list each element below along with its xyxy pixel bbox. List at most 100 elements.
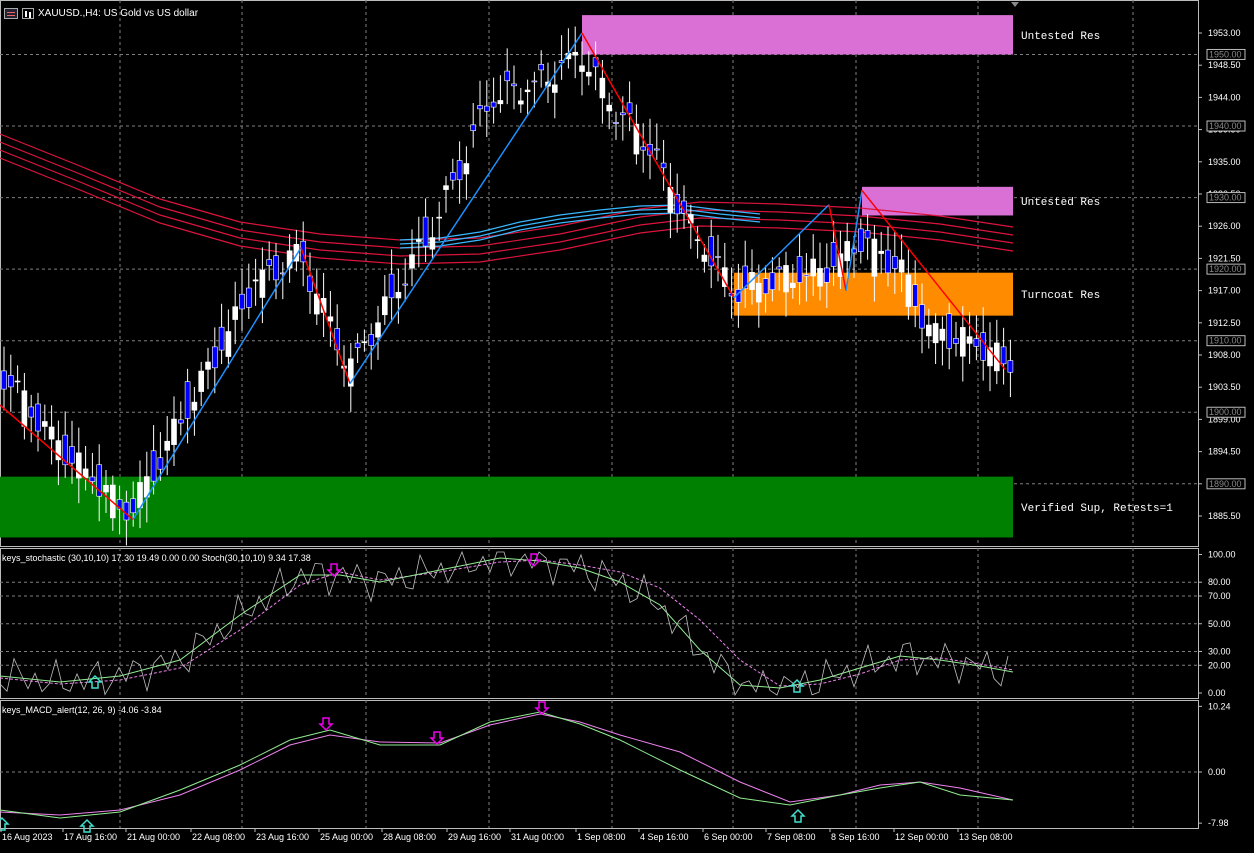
candle-body: [205, 361, 211, 370]
candle-body: [531, 80, 538, 83]
candle-body: [490, 101, 497, 108]
candle-body: [932, 323, 939, 344]
price-label: 1917.00: [1208, 286, 1241, 296]
candle-body: [477, 105, 483, 110]
candle-body: [375, 322, 381, 338]
candle-body: [449, 172, 456, 181]
price-label: 1908.00: [1208, 350, 1241, 360]
stochastic-label: keys_stochastic (30,10,10) 17.30 19.49 0…: [2, 553, 311, 563]
stoch-axis-label: 100.00: [1208, 550, 1236, 560]
candle-body: [239, 293, 245, 310]
candle-body: [246, 287, 252, 308]
candle-body: [579, 65, 585, 72]
candle-body: [776, 266, 783, 270]
candle-body: [354, 342, 361, 349]
candle-body: [653, 148, 660, 151]
candle-body: [28, 406, 35, 418]
candle-body: [463, 163, 470, 175]
candle-body: [327, 316, 334, 322]
time-label: 29 Aug 16:00: [448, 832, 501, 842]
candle-body: [572, 51, 579, 56]
price-label: 1885.50: [1208, 511, 1241, 521]
chart-title: XAUUSD.,H4: US Gold vs US dollar: [38, 7, 199, 19]
chart-canvas[interactable]: Untested Res Untested Res Turncoat Res Veri…: [0, 0, 1254, 848]
candle-body: [252, 279, 259, 282]
chart-title-bar: XAUUSD.,H4: US Gold vs US dollar: [4, 6, 198, 20]
candle-body: [422, 216, 429, 247]
candle-body: [830, 242, 837, 267]
zigzag-segment: [300, 247, 351, 384]
time-label: 31 Aug 00:00: [511, 832, 564, 842]
candle-body: [483, 105, 490, 112]
candle-body: [769, 272, 776, 290]
candle-body: [150, 450, 157, 482]
main-panel: [0, 0, 1199, 547]
price-label: 1921.50: [1208, 253, 1241, 263]
candle-body: [939, 328, 946, 341]
candle-body: [14, 380, 21, 383]
candle-body: [551, 84, 558, 93]
macd-panel: [0, 700, 1199, 829]
zone-label: Turncoat Res: [1021, 290, 1100, 302]
candle-body: [796, 256, 803, 283]
zone-label: Untested Res: [1021, 197, 1100, 209]
candle-body: [844, 241, 851, 262]
time-label: 8 Sep 16:00: [831, 832, 880, 842]
candle-body: [891, 256, 898, 269]
candle-body: [157, 457, 164, 470]
macd-axis-label: 0.00: [1208, 767, 1226, 777]
zone-label: Verified Sup, Retests=1: [1021, 503, 1173, 515]
candle-body: [823, 267, 830, 283]
candle-body: [857, 228, 864, 252]
chart-bars-icon[interactable]: [4, 7, 18, 19]
candle-body: [436, 216, 443, 219]
zone-rect: [0, 476, 1013, 538]
stoch-axis-label: 70.00: [1208, 591, 1231, 601]
candle-body: [1007, 360, 1014, 373]
candle-body: [511, 83, 517, 87]
candle-body: [1, 370, 7, 390]
time-label: 22 Aug 08:00: [192, 832, 245, 842]
zigzag-segment: [581, 32, 735, 299]
candle-body: [878, 250, 885, 254]
chart-window[interactable]: Untested Res Untested Res Turncoat Res Veri…: [0, 0, 1254, 848]
candle-body: [640, 146, 647, 151]
candle-body: [660, 162, 667, 169]
candle-body: [585, 71, 592, 77]
candle-body: [980, 332, 987, 361]
time-label: 17 Aug 16:00: [64, 832, 117, 842]
zone-rect: [734, 272, 1013, 316]
candle-body: [925, 324, 932, 337]
zone-rect: [582, 15, 1013, 55]
stoch-axis-label: 20.00: [1208, 660, 1231, 670]
arrow-down-icon: [318, 717, 334, 732]
time-label: 23 Aug 16:00: [256, 832, 309, 842]
time-label: 6 Sep 00:00: [704, 832, 753, 842]
candle-body: [381, 296, 388, 316]
stoch-axis-label: 30.00: [1208, 646, 1231, 656]
candle-body: [755, 282, 762, 303]
candle-body: [41, 421, 48, 427]
chart-candle-icon[interactable]: [22, 7, 34, 19]
price-label: 1935.00: [1208, 157, 1241, 167]
candle-body: [810, 258, 817, 277]
candle-body: [973, 338, 980, 347]
candle-body: [8, 375, 14, 388]
price-label: 1944.00: [1208, 92, 1241, 102]
candle-body: [905, 274, 912, 307]
price-level-label: 1920.00: [1209, 264, 1242, 274]
price-label: 1948.50: [1208, 60, 1241, 70]
candle-body: [803, 274, 810, 277]
candle-body: [123, 501, 130, 521]
candle-body: [171, 418, 177, 445]
candle-body: [130, 498, 136, 514]
candle-body: [701, 254, 708, 262]
candle-body: [429, 237, 436, 250]
candle-body: [69, 446, 75, 464]
candle-body: [885, 249, 891, 274]
candle-body: [919, 304, 925, 329]
candle-body: [619, 112, 626, 116]
stoch-main-line: [0, 557, 1014, 689]
candle-body: [178, 419, 184, 424]
candle-body: [504, 70, 511, 82]
